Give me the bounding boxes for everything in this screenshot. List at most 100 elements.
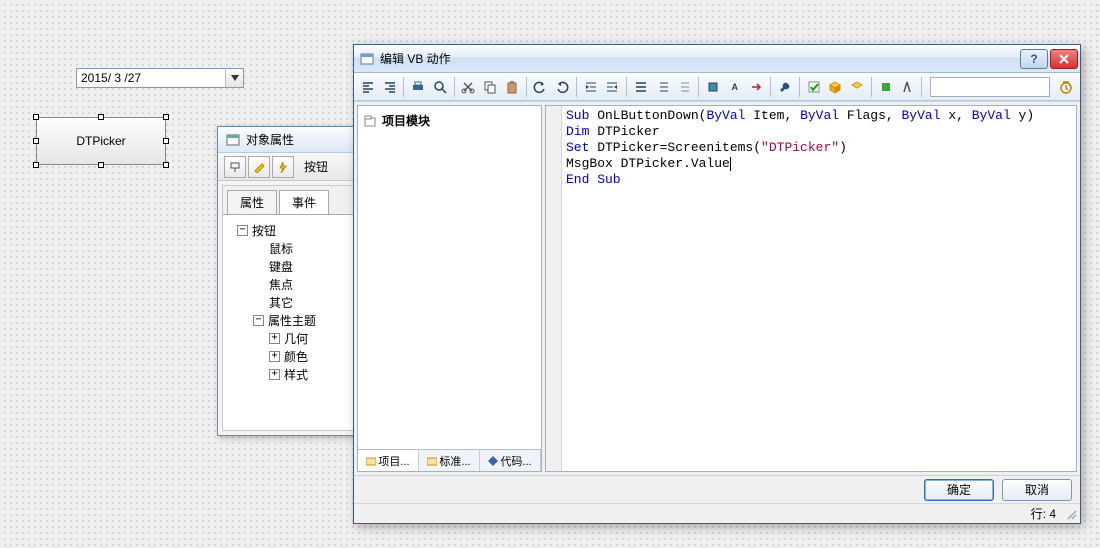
left-tab-code[interactable]: 代码...	[480, 450, 541, 471]
date-picker[interactable]: 2015/ 3 /27	[76, 68, 244, 88]
pencil-icon	[253, 161, 265, 173]
undo-icon	[533, 80, 547, 94]
run-button[interactable]	[876, 76, 896, 98]
tree-node[interactable]: 鼠标	[269, 240, 293, 257]
lightning-icon	[277, 161, 289, 173]
help-button[interactable]: ?	[1020, 49, 1048, 69]
window-title: 编辑 VB 动作	[380, 50, 451, 67]
status-bar: 行: 4	[354, 503, 1080, 523]
close-button[interactable]	[1050, 49, 1078, 69]
tree-node[interactable]: 焦点	[269, 276, 293, 293]
tab-properties[interactable]: 属性	[227, 190, 277, 214]
paste-icon	[505, 80, 519, 94]
code-editor[interactable]: Sub OnLButtonDown(ByVal Item, ByVal Flag…	[545, 105, 1077, 472]
cube-icon	[850, 80, 864, 94]
resize-grip-icon[interactable]	[1066, 509, 1078, 521]
bookmark-button[interactable]	[703, 76, 723, 98]
clock-icon	[1058, 79, 1074, 95]
tree-node[interactable]: 样式	[284, 366, 308, 383]
project-module-node[interactable]: 项目模块	[364, 112, 535, 129]
cancel-button[interactable]: 取消	[1002, 479, 1072, 501]
check-button[interactable]	[804, 76, 824, 98]
undo-button[interactable]	[531, 76, 551, 98]
find-button[interactable]	[430, 76, 450, 98]
search-icon	[433, 80, 447, 94]
cut-button[interactable]	[459, 76, 479, 98]
tree-node[interactable]: 键盘	[269, 258, 293, 275]
app-icon	[360, 52, 374, 66]
indent-out-button[interactable]	[603, 76, 623, 98]
redo-button[interactable]	[552, 76, 572, 98]
tree-node[interactable]: 按钮	[252, 222, 276, 239]
help-icon: ?	[1030, 52, 1037, 66]
chevron-down-icon	[231, 75, 239, 81]
copy-icon	[483, 80, 497, 94]
pin-button[interactable]	[224, 156, 246, 178]
resize-handle[interactable]	[163, 114, 169, 120]
tree-node[interactable]: 几何	[284, 330, 308, 347]
comment-button[interactable]	[653, 76, 673, 98]
resize-handle[interactable]	[163, 162, 169, 168]
resize-handle[interactable]	[98, 162, 104, 168]
module-add-button[interactable]	[847, 76, 867, 98]
play-icon	[879, 80, 893, 94]
redo-icon	[555, 80, 569, 94]
resize-handle[interactable]	[33, 114, 39, 120]
edit-button[interactable]	[248, 156, 270, 178]
outdent-icon	[605, 80, 619, 94]
tree-node[interactable]: 属性主题	[268, 312, 316, 329]
date-picker-dropdown-button[interactable]	[225, 69, 243, 87]
code-area[interactable]: Sub OnLButtonDown(ByVal Item, ByVal Flag…	[562, 106, 1076, 471]
list-button[interactable]	[631, 76, 651, 98]
dtpicker-button[interactable]: DTPicker	[36, 117, 166, 165]
folder-icon	[366, 456, 376, 466]
toggle-abc-button[interactable]: A	[725, 76, 745, 98]
list-icon	[634, 80, 648, 94]
cut-icon	[461, 80, 475, 94]
properties-icon	[226, 133, 240, 147]
align-icon	[361, 80, 375, 94]
arrow-icon	[749, 80, 763, 94]
resize-handle[interactable]	[33, 138, 39, 144]
module-icon	[364, 115, 378, 127]
diamond-icon	[488, 456, 498, 466]
bookmark-icon	[706, 80, 720, 94]
tree-node[interactable]: 颜色	[284, 348, 308, 365]
vb-toolbar: A	[354, 73, 1080, 101]
compass-icon	[900, 80, 914, 94]
editor-gutter	[546, 106, 562, 471]
dialog-footer: 确定 取消	[354, 475, 1080, 503]
module-button[interactable]	[825, 76, 845, 98]
tab-events[interactable]: 事件	[279, 190, 329, 214]
cube-icon	[828, 80, 842, 94]
left-tab-project[interactable]: 项目...	[358, 450, 419, 471]
resize-handle[interactable]	[163, 138, 169, 144]
paste-button[interactable]	[502, 76, 522, 98]
ok-button[interactable]: 确定	[924, 479, 994, 501]
uncomment-button[interactable]	[675, 76, 695, 98]
tree-node[interactable]: 其它	[269, 294, 293, 311]
compass-button[interactable]	[897, 76, 917, 98]
search-input[interactable]	[930, 77, 1050, 97]
goto-button[interactable]	[747, 76, 767, 98]
flash-button[interactable]	[272, 156, 294, 178]
resize-handle[interactable]	[33, 162, 39, 168]
window-titlebar[interactable]: 编辑 VB 动作 ?	[354, 45, 1080, 73]
folder-icon	[427, 456, 437, 466]
align-right-button[interactable]	[380, 76, 400, 98]
left-tab-standard[interactable]: 标准...	[419, 450, 480, 471]
status-line: 行: 4	[1031, 505, 1056, 522]
uncomment-icon	[677, 80, 691, 94]
comment-icon	[656, 80, 670, 94]
print-icon	[411, 80, 425, 94]
resize-handle[interactable]	[98, 114, 104, 120]
project-explorer: 项目模块 项目... 标准... 代码...	[357, 105, 542, 472]
align-left-button[interactable]	[358, 76, 378, 98]
copy-button[interactable]	[480, 76, 500, 98]
vb-editor-window: 编辑 VB 动作 ? A	[353, 44, 1081, 524]
timer-button[interactable]	[1056, 76, 1076, 98]
abc-icon: A	[731, 82, 738, 92]
wrench-button[interactable]	[775, 76, 795, 98]
indent-in-button[interactable]	[581, 76, 601, 98]
print-button[interactable]	[408, 76, 428, 98]
